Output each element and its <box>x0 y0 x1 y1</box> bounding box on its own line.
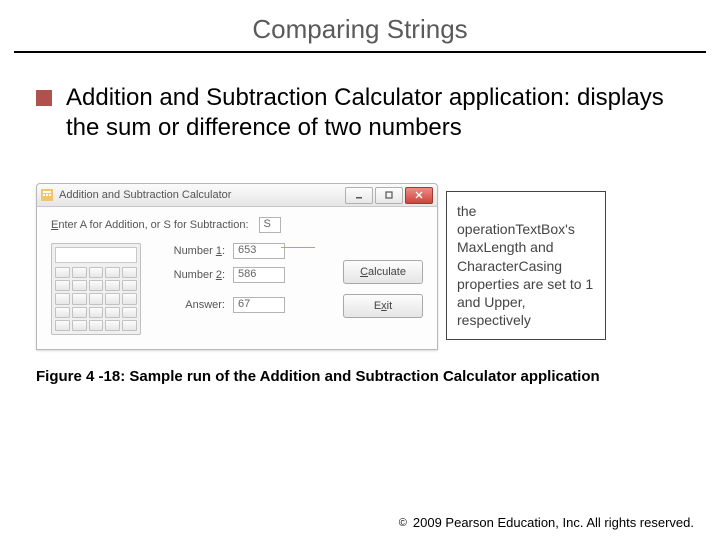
answer-row: Answer: 67 <box>159 297 325 313</box>
app-icon <box>41 189 53 201</box>
footer: © 2009 Pearson Education, Inc. All right… <box>399 515 694 530</box>
fields-column: Number 1: 653 Number 2: 586 Answer: <box>159 243 325 335</box>
slide: Comparing Strings Addition and Subtracti… <box>0 0 720 540</box>
operation-input[interactable]: S <box>259 217 281 233</box>
footer-text: 2009 Pearson Education, Inc. All rights … <box>413 515 694 530</box>
app-window: Addition and Subtraction Calculator <box>36 183 438 350</box>
square-bullet-icon <box>36 90 52 106</box>
exit-button[interactable]: Exit <box>343 294 423 318</box>
number1-label: Number 1: <box>159 245 233 257</box>
slide-body: Addition and Subtraction Calculator appl… <box>0 53 720 143</box>
lower-area: Number 1: 653 Number 2: 586 Answer: <box>51 243 423 335</box>
operation-label: Enter A for Addition, or S for Subtracti… <box>51 219 249 231</box>
bullet-text: Addition and Subtraction Calculator appl… <box>66 83 684 143</box>
button-column: Calculate Exit <box>343 243 423 335</box>
number1-row: Number 1: 653 <box>159 243 325 259</box>
figure-caption: Figure 4 -18: Sample run of the Addition… <box>36 368 684 385</box>
calculator-thumbnail <box>51 243 141 335</box>
number2-label: Number 2: <box>159 269 233 281</box>
bullet-item: Addition and Subtraction Calculator appl… <box>36 83 684 143</box>
figure: Addition and Subtraction Calculator <box>36 183 684 350</box>
callout-box: the operationTextBox's MaxLength and Cha… <box>446 191 606 340</box>
slide-title: Comparing Strings <box>0 0 720 51</box>
answer-label: Answer: <box>159 299 233 311</box>
window-title: Addition and Subtraction Calculator <box>59 189 345 201</box>
calc-thumb-display <box>55 247 137 263</box>
operation-row: Enter A for Addition, or S for Subtracti… <box>51 217 423 233</box>
window-titlebar: Addition and Subtraction Calculator <box>37 184 437 207</box>
maximize-button[interactable] <box>375 187 403 204</box>
number2-input[interactable]: 586 <box>233 267 285 283</box>
form-area: Enter A for Addition, or S for Subtracti… <box>37 207 437 349</box>
answer-output: 67 <box>233 297 285 313</box>
calc-thumb-keys <box>55 267 137 331</box>
copyright-icon: © <box>399 517 407 529</box>
close-button[interactable] <box>405 187 433 204</box>
minimize-button[interactable] <box>345 187 373 204</box>
number1-input[interactable]: 653 <box>233 243 285 259</box>
window-controls <box>345 187 433 204</box>
number2-row: Number 2: 586 <box>159 267 325 283</box>
calculate-button[interactable]: Calculate <box>343 260 423 284</box>
